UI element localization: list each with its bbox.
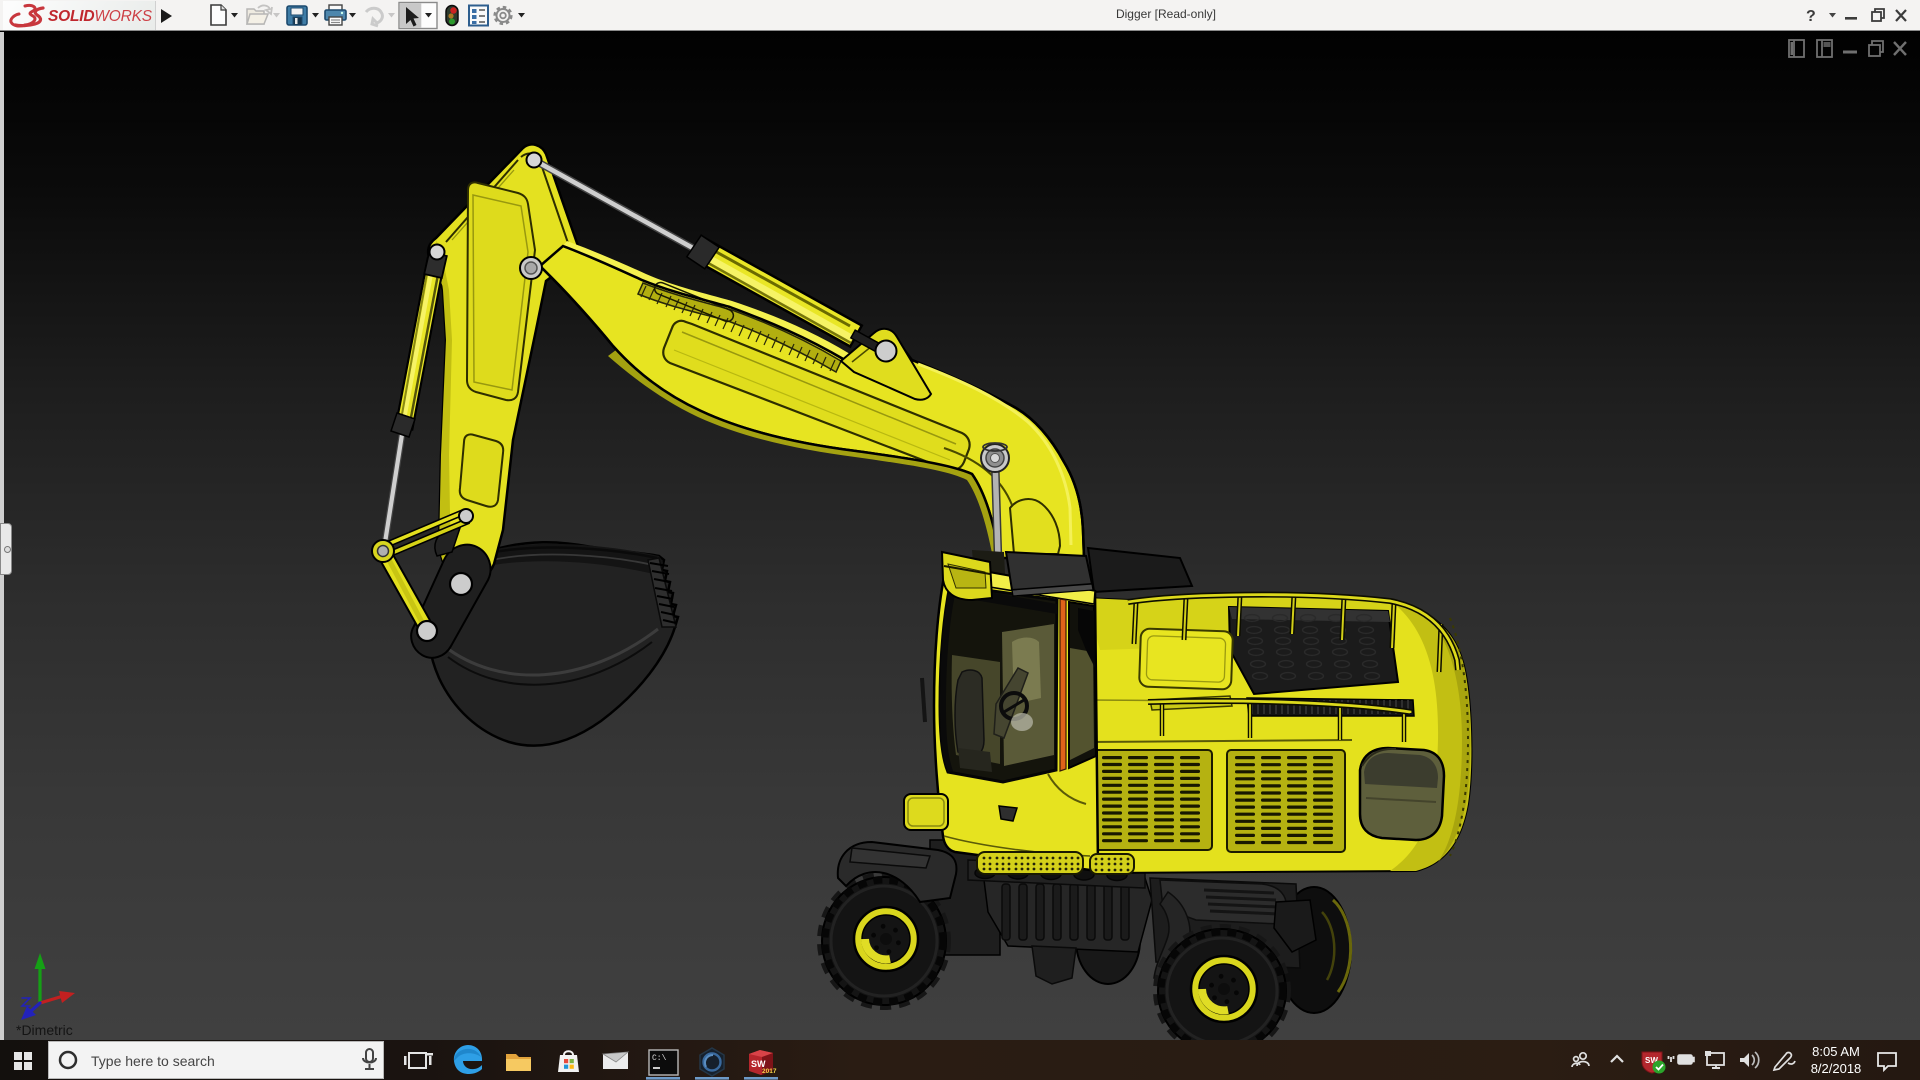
svg-text:2017: 2017 <box>762 1068 777 1075</box>
svg-text:C:\: C:\ <box>652 1054 667 1063</box>
svg-text:SOLIDWORKS: SOLIDWORKS <box>48 8 153 25</box>
svg-text:?: ? <box>1806 8 1816 25</box>
